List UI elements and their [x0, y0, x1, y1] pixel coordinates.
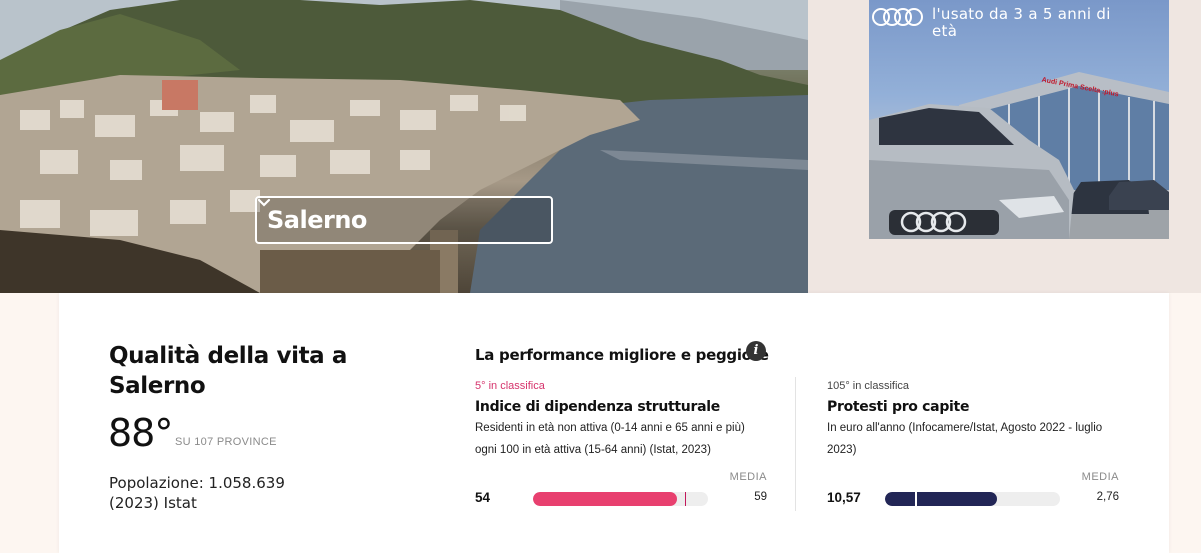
ad-headline: l'usato da 3 a 5 anni di età: [932, 5, 1111, 40]
column-divider: [795, 377, 796, 511]
ranking-total: SU 107 PROVINCE: [175, 436, 277, 448]
city-select-value: Salerno: [267, 206, 367, 234]
best-average-marker: [685, 492, 687, 506]
worst-average-marker: [914, 492, 917, 506]
best-media-label: MEDIA: [729, 471, 767, 483]
best-bar-track: [533, 492, 708, 506]
best-average: 59: [754, 491, 767, 503]
best-bar-fill: [533, 492, 677, 506]
audi-logo: [871, 6, 923, 33]
population-info: Popolazione: 1.058.639 (2023) Istat: [109, 474, 285, 512]
worst-average: 2,76: [1096, 491, 1119, 503]
best-bar-row: 54 59: [475, 489, 767, 507]
page-title: Qualità della vita a Salerno: [109, 343, 348, 399]
quality-of-life-card: Qualità della vita a Salerno 88° SU 107 …: [59, 293, 1169, 553]
best-indicator: 5° in classifica Indice di dipendenza st…: [475, 379, 767, 506]
worst-value: 10,57: [827, 490, 861, 505]
ranking-score: 88°: [108, 411, 173, 455]
performance-title: La performance migliore e peggiore: [475, 346, 769, 364]
city-select-dropdown[interactable]: Salerno: [255, 196, 553, 244]
info-icon[interactable]: i: [746, 341, 766, 361]
worst-rank: 105° in classifica: [827, 380, 910, 392]
worst-bar-row: 10,57 2,76: [827, 489, 1119, 507]
worst-indicator-name: Protesti pro capite: [827, 399, 970, 415]
best-indicator-description: Residenti in età non attiva (0-14 anni e…: [475, 422, 745, 456]
best-value: 54: [475, 490, 491, 505]
worst-media-label: MEDIA: [1081, 471, 1119, 483]
chevron-down-icon: [257, 198, 541, 229]
best-indicator-name: Indice di dipendenza strutturale: [475, 399, 720, 415]
worst-indicator-description: In euro all'anno (Infocamere/Istat, Agos…: [827, 422, 1103, 456]
worst-indicator: 105° in classifica Protesti pro capite I…: [827, 379, 1119, 506]
salerno-panorama: [0, 0, 808, 293]
audi-advertisement[interactable]: l'usato da 3 a 5 anni di età Audi Prima …: [869, 0, 1169, 239]
worst-bar-track: [885, 492, 1060, 506]
best-rank: 5° in classifica: [475, 380, 545, 392]
city-hero-image: Salerno: [0, 0, 808, 293]
worst-bar-fill: [885, 492, 997, 506]
